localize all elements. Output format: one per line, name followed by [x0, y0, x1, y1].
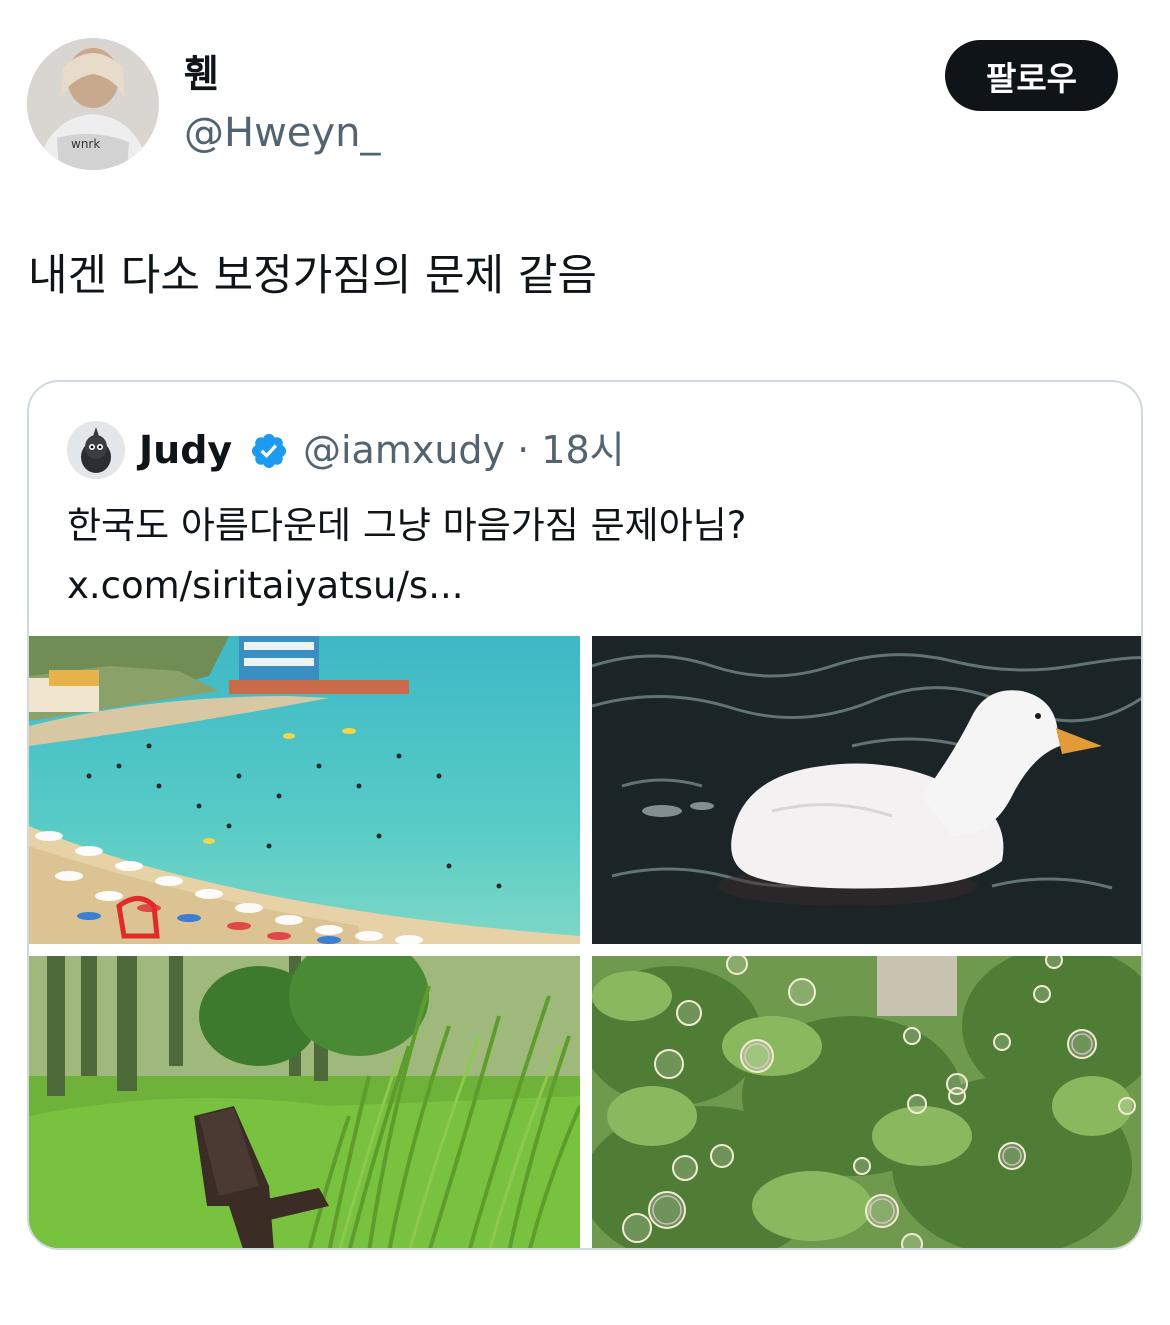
quoted-author-name[interactable]: Judy	[139, 426, 232, 474]
author-avatar[interactable]: wnrk	[27, 38, 159, 170]
quoted-author-avatar[interactable]	[67, 421, 125, 479]
quoted-handle-time: @iamxudy · 18시	[303, 428, 625, 472]
photo-duck[interactable]	[592, 636, 1141, 944]
tweet-text: 내겐 다소 보정가짐의 문제 같음	[28, 251, 597, 301]
verified-badge-icon	[251, 433, 287, 469]
photo-beach[interactable]	[29, 636, 580, 944]
author-display-name[interactable]: 휀	[184, 50, 219, 98]
photo-bubbles[interactable]	[592, 956, 1141, 1248]
quoted-tweet-card[interactable]: Judy @iamxudy · 18시 한국도 아름다운데 그냥 마음가짐 문제…	[27, 380, 1143, 1250]
follow-button[interactable]: 팔로우	[945, 40, 1118, 111]
author-handle[interactable]: @Hweyn_	[184, 108, 380, 158]
quoted-tweet-text: 한국도 아름다운데 그냥 마음가짐 문제아님? x.com/siritaiyat…	[67, 504, 747, 607]
photo-park-bench[interactable]	[29, 956, 580, 1248]
svg-text:wnrk: wnrk	[71, 137, 100, 151]
